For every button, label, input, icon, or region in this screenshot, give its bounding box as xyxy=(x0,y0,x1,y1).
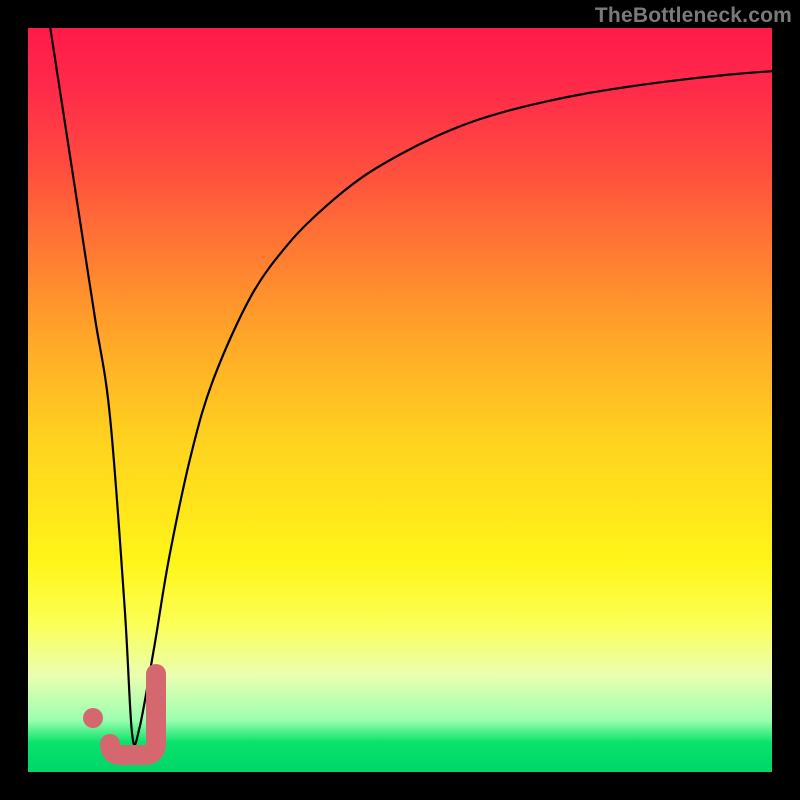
bottleneck-curve xyxy=(50,28,772,745)
chart-svg xyxy=(28,28,772,772)
watermark-text: TheBottleneck.com xyxy=(595,4,792,28)
plot-area xyxy=(28,28,772,772)
chart-frame: TheBottleneck.com xyxy=(0,0,800,800)
marker-j-dot-icon xyxy=(83,708,103,728)
